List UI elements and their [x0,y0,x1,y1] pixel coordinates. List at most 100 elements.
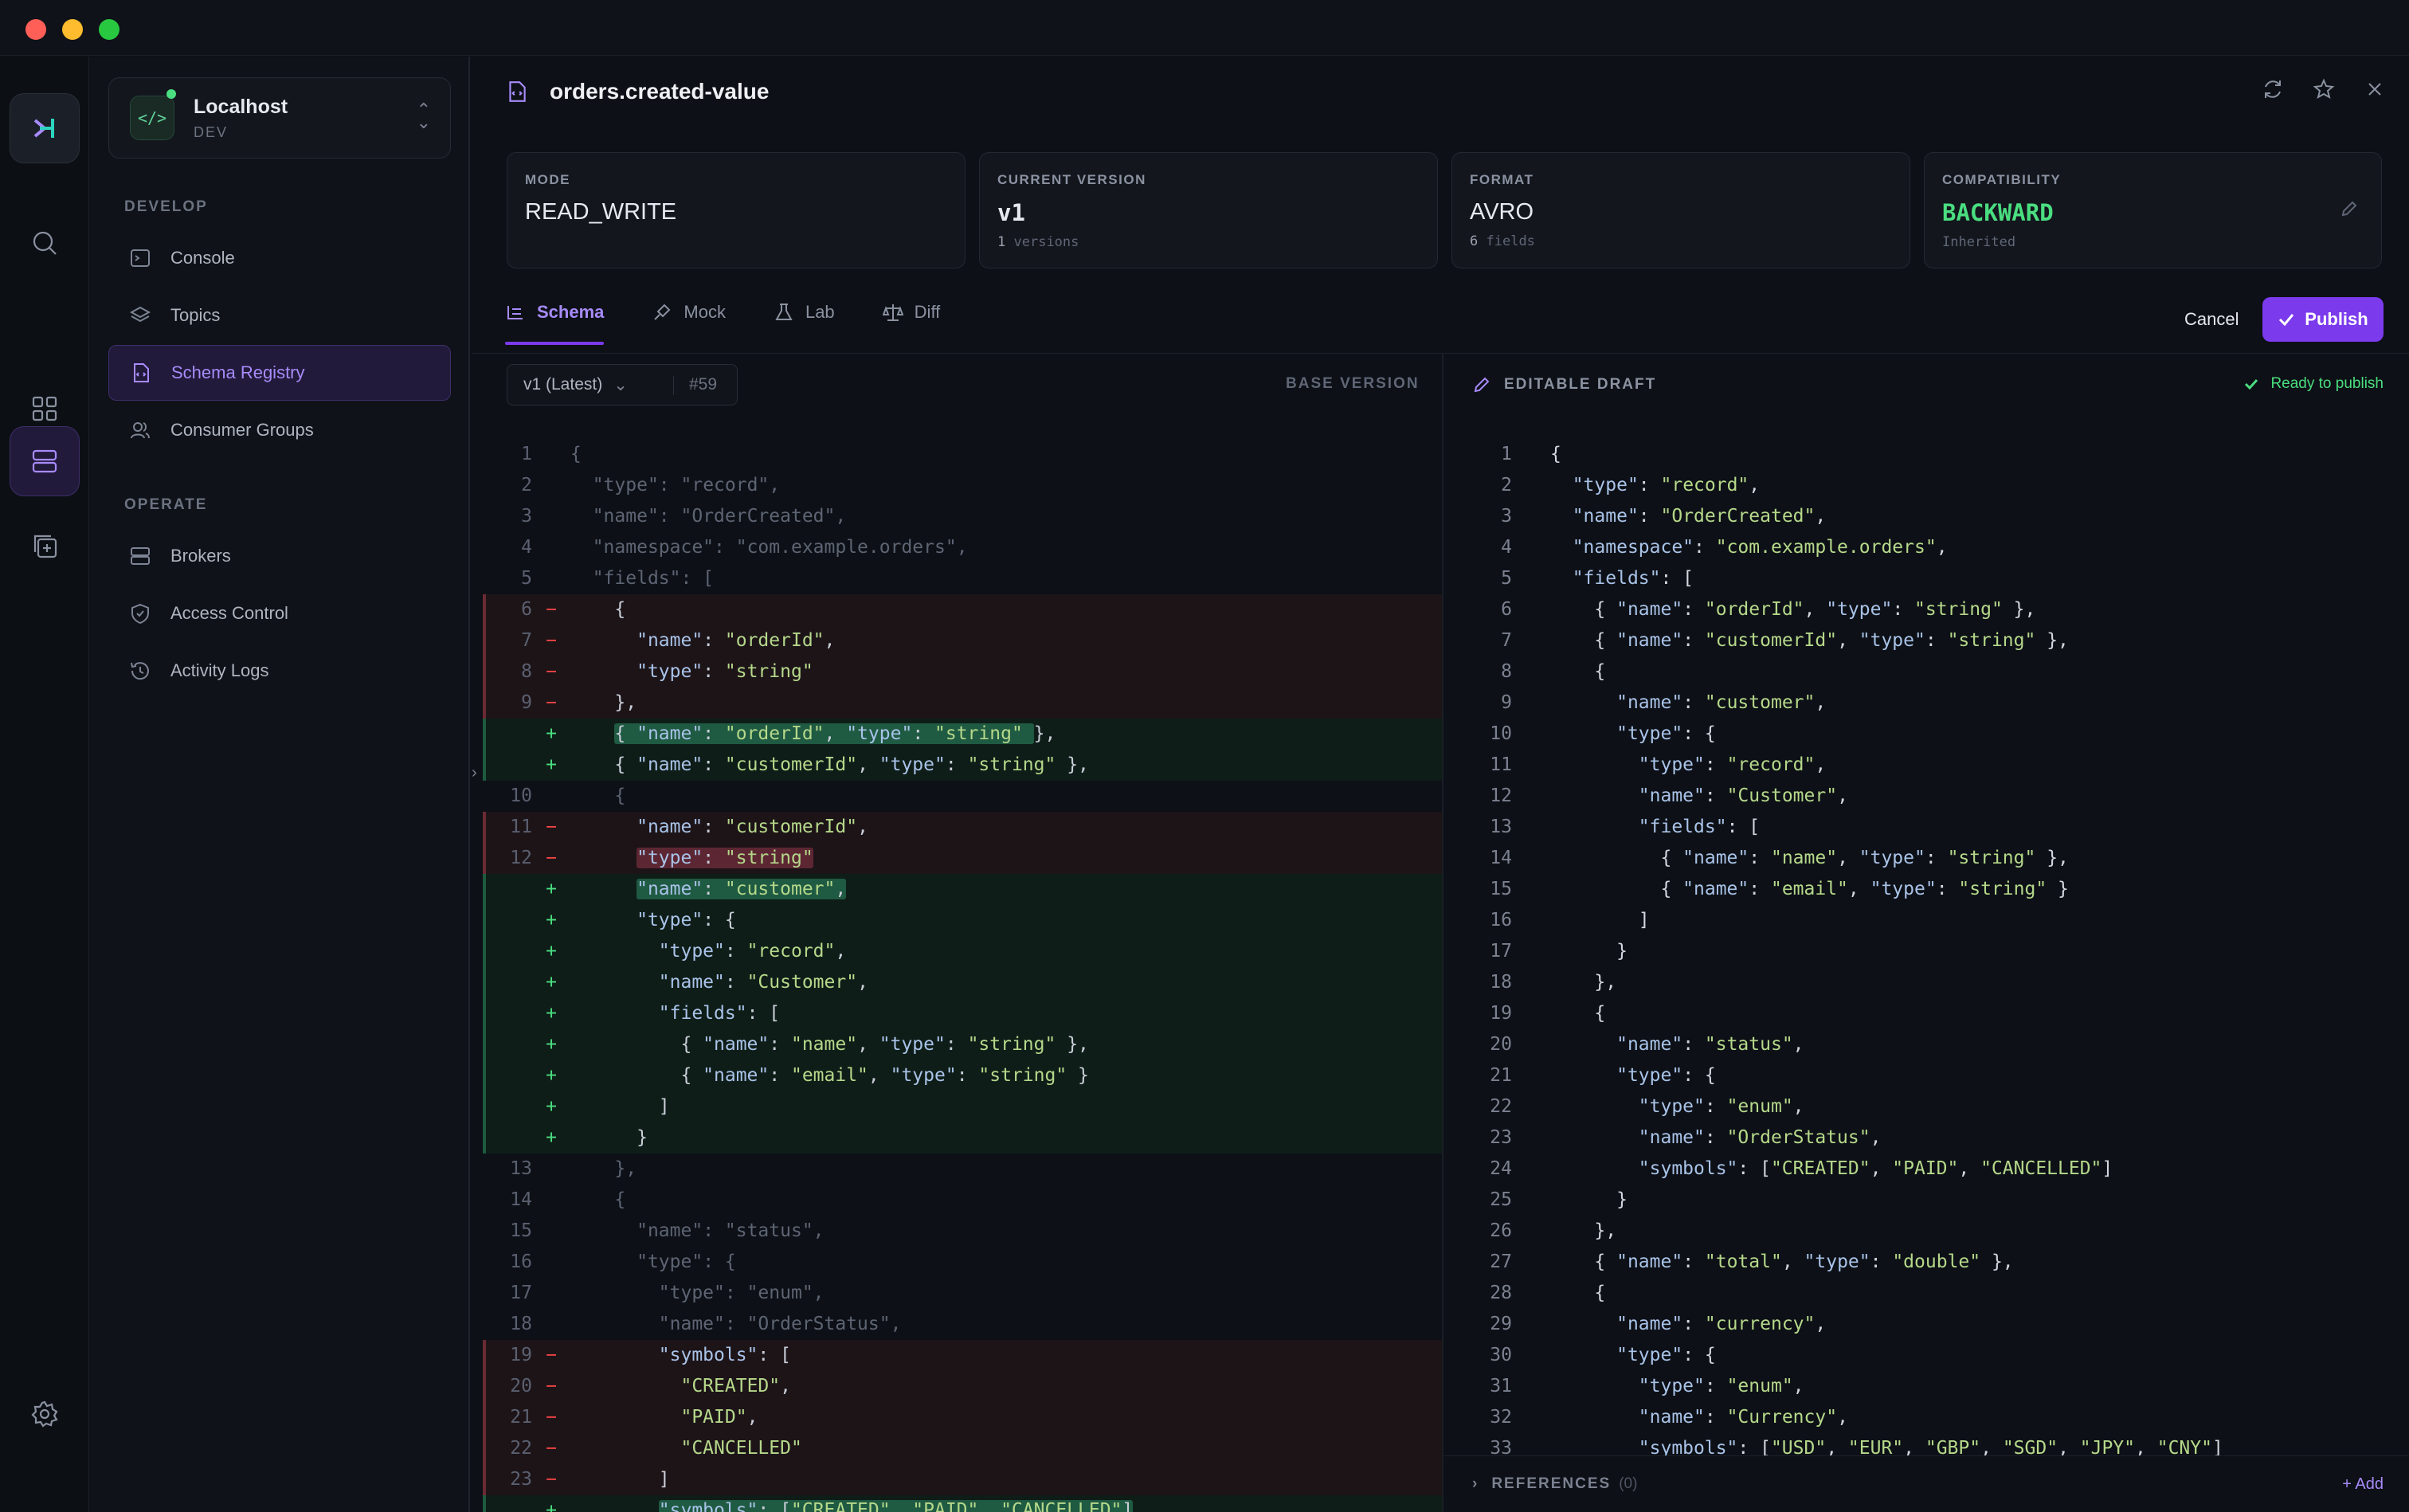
draft-editor[interactable]: 1{2 "type": "record", 3 "name": "OrderCre… [1453,439,2401,1455]
card-subtext: Inherited [1942,234,2016,250]
code-text: { [570,599,626,620]
page-header: orders.created-value [505,79,769,104]
add-copy-icon[interactable] [10,511,80,581]
editor-line[interactable]: 28 { [1453,1278,2401,1309]
editor-line[interactable]: 16 ] [1453,905,2401,936]
app-logo-icon[interactable] [10,93,80,163]
line-number: 23 [1490,1127,1512,1148]
editor-line[interactable]: 9 "name": "customer", [1453,687,2401,719]
code-text: ] [570,1096,670,1117]
pane-divider[interactable] [1442,354,1443,1512]
editor-line[interactable]: 18 }, [1453,967,2401,998]
edit-pencil-icon[interactable] [2340,199,2359,218]
editor-line[interactable]: 22 "type": "enum", [1453,1091,2401,1122]
card-subtext: 6 fields [1470,233,1535,249]
sidebar-item-console[interactable]: Console [108,230,451,286]
line-number: 19 [510,1345,532,1365]
code-text: ] [1550,910,1650,930]
editor-line[interactable]: 12 "name": "Customer", [1453,781,2401,812]
line-number: 22 [1490,1096,1512,1117]
editor-line[interactable]: 24 "symbols": ["CREATED", "PAID", "CANCE… [1453,1154,2401,1185]
maximize-window-button[interactable] [99,19,119,40]
editor-line[interactable]: 19 { [1453,998,2401,1029]
sidebar-item-label: Consumer Groups [170,420,314,440]
editor-line[interactable]: 17 } [1453,936,2401,967]
develop-section-heading: DEVELOP [124,198,208,215]
editor-line[interactable]: 6 { "name": "orderId", "type": "string" … [1453,594,2401,625]
editor-line[interactable]: 26 }, [1453,1216,2401,1247]
close-icon[interactable] [2363,77,2387,101]
sidebar-item-access-control[interactable]: Access Control [108,586,451,641]
line-number: 10 [1490,723,1512,744]
tab-schema[interactable]: Schema [505,302,605,345]
code-text: { "name": "orderId", "type": "string" }, [614,723,1056,744]
editor-line[interactable]: 32 "name": "Currency", [1453,1402,2401,1433]
cancel-button[interactable]: Cancel [2168,298,2254,341]
sidebar-item-topics[interactable]: Topics [108,288,451,343]
environment-switcher[interactable]: </> Localhost DEV ⌃ ⌄ [108,77,451,159]
server-stack-icon[interactable] [10,426,80,496]
scale-icon [882,304,903,321]
refresh-icon[interactable] [2261,77,2285,101]
tab-diff[interactable]: Diff [882,302,940,345]
sidebar: </> Localhost DEV ⌃ ⌄ DEVELOP Console Top… [89,57,470,1512]
minimize-window-button[interactable] [62,19,83,40]
ready-status: Ready to publish [2243,375,2384,393]
publish-button[interactable]: Publish [2262,297,2384,342]
server-icon [131,547,150,565]
settings-gear-icon[interactable] [10,1379,80,1449]
star-icon[interactable] [2312,77,2336,101]
diff-line: 14 { [483,1185,1442,1216]
editor-line[interactable]: 30 "type": { [1453,1340,2401,1371]
editor-line[interactable]: 23 "name": "OrderStatus", [1453,1122,2401,1154]
editor-line[interactable]: 20 "name": "status", [1453,1029,2401,1060]
version-select[interactable]: v1 (Latest) ⌄ #59 [507,364,738,405]
format-card: FORMAT AVRO 6 fields [1451,152,1910,268]
line-number: 33 [1490,1438,1512,1455]
editor-line[interactable]: 31 "type": "enum", [1453,1371,2401,1402]
tab-lab[interactable]: Lab [774,302,835,345]
editor-line[interactable]: 11 "type": "record", [1453,750,2401,781]
tab-mock[interactable]: Mock [652,302,726,345]
mode-card: MODE READ_WRITE [507,152,966,268]
editor-line[interactable]: 33 "symbols": ["USD", "EUR", "GBP", "SGD… [1453,1433,2401,1455]
card-subtext: 1 versions [997,234,1079,250]
code-icon: </> [130,96,174,140]
sidebar-item-schema-registry[interactable]: Schema Registry [108,345,451,401]
card-label: COMPATIBILITY [1942,172,2062,187]
add-reference-button[interactable]: + Add [2342,1475,2384,1494]
editor-line[interactable]: 27 { "name": "total", "type": "double" }… [1453,1247,2401,1278]
sidebar-item-brokers[interactable]: Brokers [108,528,451,584]
editor-line[interactable]: 1{ [1453,439,2401,470]
line-number: 15 [1490,879,1512,899]
editor-line[interactable]: 4 "namespace": "com.example.orders", [1453,532,2401,563]
editor-line[interactable]: 5 "fields": [ [1453,563,2401,594]
editor-line[interactable]: 21 "type": { [1453,1060,2401,1091]
terminal-icon [131,249,150,267]
editor-line[interactable]: 15 { "name": "email", "type": "string" } [1453,874,2401,905]
code-text: "type": { [1616,723,1716,744]
base-version-label: BASE VERSION [1286,375,1420,392]
editor-line[interactable]: 2 "type": "record", [1453,470,2401,501]
diff-line: 23− ] [483,1464,1442,1495]
editor-line[interactable]: 29 "name": "currency", [1453,1309,2401,1340]
references-panel[interactable]: › REFERENCES (0) + Add [1443,1455,2409,1512]
sidebar-item-activity-logs[interactable]: Activity Logs [108,643,451,699]
editor-line[interactable]: 3 "name": "OrderCreated", [1453,501,2401,532]
editor-line[interactable]: 25 } [1453,1185,2401,1216]
collapse-chevron-icon[interactable]: › [472,764,477,782]
editor-line[interactable]: 10 "type": { [1453,719,2401,750]
line-number: 10 [510,785,532,806]
editor-line[interactable]: 8 { [1453,656,2401,687]
search-icon[interactable] [10,208,80,278]
line-number: 3 [1501,506,1512,527]
close-window-button[interactable] [25,19,46,40]
diff-line: 12− "type": "string" [483,843,1442,874]
editor-line[interactable]: 14 { "name": "name", "type": "string" }, [1453,843,2401,874]
diff-marker: + [546,754,557,775]
card-value: BACKWARD [1942,199,2054,226]
editor-line[interactable]: 7 { "name": "customerId", "type": "strin… [1453,625,2401,656]
editor-line[interactable]: 13 "fields": [ [1453,812,2401,843]
version-select-value: v1 (Latest) [523,375,603,394]
sidebar-item-consumer-groups[interactable]: Consumer Groups [108,402,451,458]
